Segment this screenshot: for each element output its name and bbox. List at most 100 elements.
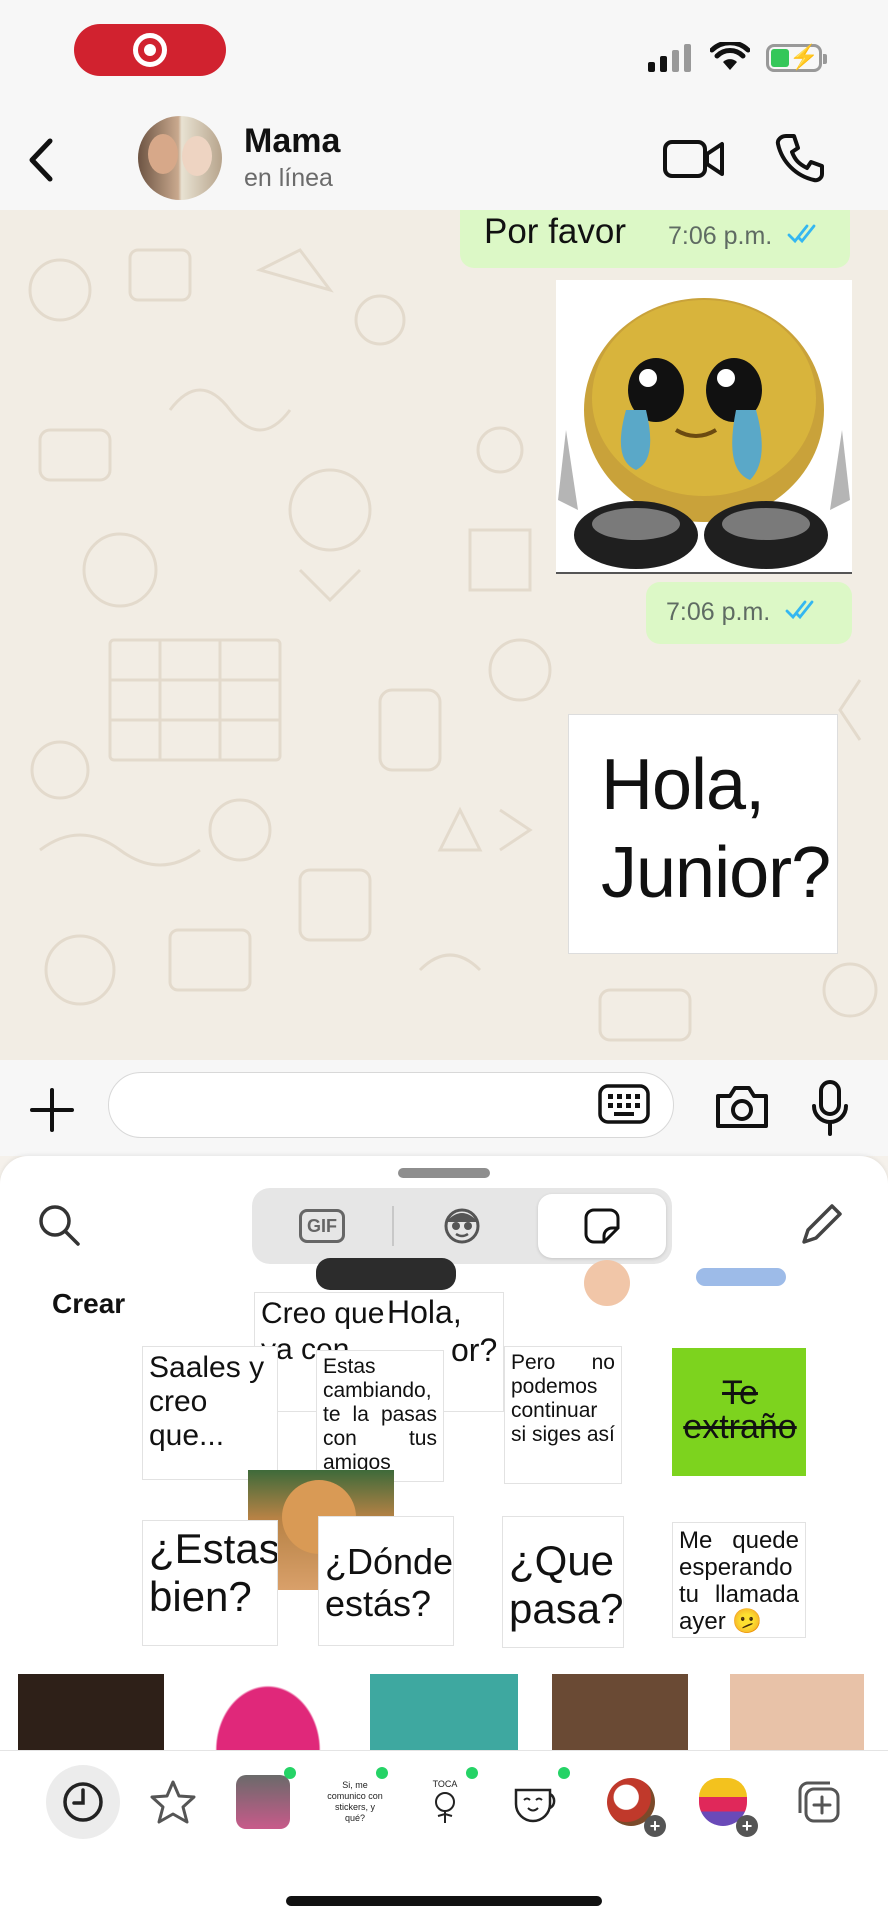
sticker-text: or? [451, 1332, 498, 1368]
new-indicator-dot [558, 1767, 570, 1779]
read-ticks-icon [787, 224, 816, 244]
sticker-pero-no-podemos[interactable]: Pero no podemos continuar si siges así [504, 1346, 622, 1484]
keyboard-icon[interactable] [598, 1084, 650, 1124]
segment-divider [392, 1206, 394, 1246]
read-ticks-icon [785, 600, 814, 620]
tab-pack-coffee-cup[interactable] [500, 1765, 574, 1839]
partial-sticker-blue[interactable] [696, 1268, 786, 1286]
sticker-que-pasa[interactable]: ¿Que pasa? [502, 1516, 624, 1648]
chat-header: Mama en línea [0, 110, 888, 210]
home-indicator[interactable] [286, 1896, 602, 1906]
message-time: 7:06 p.m. [668, 222, 821, 251]
sticker-row-partial [0, 1674, 888, 1750]
sticker-hola-junior[interactable]: Hola, Junior? [568, 714, 838, 954]
coffee-cup-icon [514, 1788, 556, 1823]
sticker-text: Estas cambiando, te la pasas con tus ami… [323, 1355, 437, 1474]
clock-icon [63, 1782, 103, 1822]
pencil-edit-icon[interactable] [796, 1200, 846, 1250]
message-composer [0, 1060, 888, 1156]
microphone-icon[interactable] [808, 1078, 852, 1138]
tab-favorites[interactable] [136, 1765, 210, 1839]
tab-stickers[interactable] [538, 1194, 666, 1258]
message-time: 7:06 p.m. [666, 598, 819, 627]
video-call-icon[interactable] [662, 134, 726, 184]
sticker-text: Hola, [387, 1294, 462, 1330]
sticker-capybara[interactable] [370, 1674, 518, 1750]
wifi-icon [710, 42, 750, 70]
sticker-donde-estas[interactable]: ¿Dónde estás? [318, 1516, 454, 1646]
screen-recording-indicator[interactable] [74, 24, 226, 76]
attach-plus-icon[interactable] [24, 1082, 80, 1138]
record-icon [133, 33, 167, 67]
sticker-time-text: 7:06 p.m. [666, 598, 771, 626]
pack-thumbnail [236, 1775, 290, 1829]
partial-sticker-hand[interactable] [584, 1260, 630, 1306]
new-indicator-dot [284, 1767, 296, 1779]
sticker-text: Saales y creo que... [149, 1351, 265, 1452]
create-sticker-label[interactable]: Crear [52, 1288, 125, 1320]
tab-gif[interactable]: GIF [258, 1194, 386, 1258]
tab-avatar[interactable] [398, 1194, 526, 1258]
new-indicator-dot [376, 1767, 388, 1779]
sticker-text: Hola, Junior? [601, 745, 831, 913]
chevron-left-icon [29, 138, 53, 182]
message-input[interactable] [108, 1072, 674, 1138]
new-indicator-dot [466, 1767, 478, 1779]
battery-charging-icon: ⚡ [766, 44, 827, 72]
crying-face-sticker-image [558, 298, 850, 569]
sticker-text: ¿Que pasa? [509, 1537, 624, 1632]
add-pack-badge-icon: + [736, 1815, 758, 1837]
sticker-timestamp-bubble: 7:06 p.m. [646, 582, 852, 644]
message-text: Por favor [484, 212, 626, 251]
sticker-lips[interactable] [206, 1674, 330, 1750]
sticker-dog-photo[interactable] [18, 1674, 164, 1750]
sticker-text: ¿Dónde estás? [325, 1541, 454, 1624]
gif-icon: GIF [299, 1209, 345, 1243]
tab-pack-me-comunico[interactable]: Si, me comunico con stickers, y qué? [318, 1765, 392, 1839]
tab-add-sticker-pack[interactable] [782, 1765, 856, 1839]
tab-recent[interactable] [46, 1765, 120, 1839]
sticker-me-quede-esperando[interactable]: Me quede esperando tu llamada ayer 🫤 [672, 1522, 806, 1638]
panel-drag-handle[interactable] [398, 1168, 490, 1178]
sticker-text: Pero no podemos continuar si siges así [511, 1351, 615, 1446]
add-pack-badge-icon: + [644, 1815, 666, 1837]
tab-pack-cartoon-add[interactable]: + [594, 1765, 668, 1839]
chat-messages[interactable]: Por favor 7:06 p.m. 7:06 p.m. Hola, Juni… [0, 210, 888, 1060]
sticker-estas-bien[interactable]: ¿Estas bien? [142, 1520, 278, 1646]
pack-label: Si, me comunico con stickers, y qué? [327, 1780, 383, 1823]
tab-pack-hearts-add[interactable]: + [686, 1765, 760, 1839]
sticker-te-extrano[interactable]: Te extraño [672, 1348, 806, 1476]
sticker-text: ¿Estas bien? [149, 1525, 278, 1620]
tab-pack-pink-figure[interactable] [226, 1765, 300, 1839]
sticker-text: Te extraño [683, 1374, 797, 1446]
signal-icon [648, 44, 691, 72]
sticker-pack-tabs: Si, me comunico con stickers, y qué? TOC… [0, 1750, 888, 1854]
sticker-puppy-bows[interactable] [552, 1674, 688, 1750]
phone-call-icon[interactable] [774, 132, 826, 184]
add-sticker-icon [798, 1781, 840, 1823]
message-time-text: 7:06 p.m. [668, 222, 773, 250]
contact-status: en línea [244, 164, 333, 192]
avatar-icon [444, 1208, 480, 1244]
star-icon [150, 1780, 196, 1824]
sticker-type-segmented-control: GIF [252, 1188, 672, 1264]
outgoing-message[interactable]: Por favor 7:06 p.m. [460, 210, 850, 268]
back-button[interactable] [16, 132, 66, 188]
sticker-crying-potato[interactable] [556, 280, 852, 574]
camera-icon[interactable] [714, 1082, 770, 1130]
sticker-saales[interactable]: Saales y creo que... [142, 1346, 278, 1480]
sticker-icon [584, 1208, 620, 1244]
sticker-panel: GIF Crear Creo que ya con Hola, or? Saal… [0, 1156, 888, 1920]
status-bar: ⚡ [0, 0, 888, 110]
sticker-baby[interactable] [730, 1674, 864, 1750]
sticker-estas-cambiando[interactable]: Estas cambiando, te la pasas con tus ami… [316, 1350, 444, 1482]
partial-sticker-dark[interactable] [316, 1258, 456, 1290]
contact-name[interactable]: Mama [244, 122, 340, 161]
search-icon[interactable] [36, 1202, 82, 1248]
pack-thumbnail: TOCA [415, 1779, 475, 1826]
tab-pack-toca[interactable]: TOCA [408, 1765, 482, 1839]
sticker-text: Me quede esperando tu llamada ayer 🫤 [679, 1527, 799, 1635]
pack-label: TOCA [432, 1778, 458, 1789]
avatar[interactable] [138, 116, 222, 200]
flork-figure-icon [435, 1791, 455, 1823]
